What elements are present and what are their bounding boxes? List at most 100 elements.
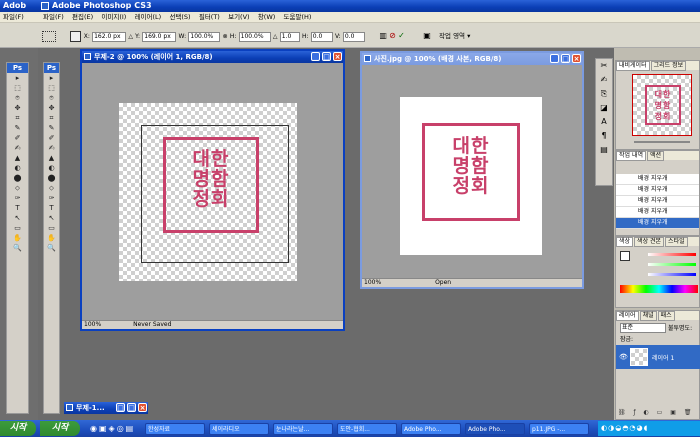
tool-icon[interactable]: ⬤ bbox=[12, 174, 23, 183]
tool-icon[interactable]: 🔍 bbox=[12, 244, 23, 253]
history-item[interactable]: 배경 지우개 bbox=[616, 196, 699, 207]
tool-icon[interactable]: ⬤ bbox=[46, 174, 57, 183]
minimized-maximize-button[interactable]: □ bbox=[127, 403, 136, 412]
tool-icon[interactable]: ⬦ bbox=[46, 184, 57, 193]
tool-icon[interactable]: ↖ bbox=[46, 214, 57, 223]
doc2-zoom[interactable]: 100% bbox=[364, 279, 381, 286]
tool-icon[interactable]: ⌗ bbox=[12, 114, 23, 123]
quick-launch-icons[interactable]: ◉▣◈◎▤ bbox=[90, 424, 135, 433]
tool-icon[interactable]: ▲ bbox=[12, 154, 23, 163]
system-tray[interactable]: ◐◑◒◓◔◕◖ bbox=[598, 421, 700, 436]
tab-paths[interactable]: 패스 bbox=[657, 311, 675, 321]
tool-icon[interactable]: ✎ bbox=[46, 124, 57, 133]
tool-icon[interactable]: ⬦ bbox=[12, 184, 23, 193]
menu-filter[interactable]: 필터(T) bbox=[196, 12, 223, 22]
transform-tool-icon[interactable] bbox=[42, 30, 56, 42]
tab-color[interactable]: 색상 bbox=[616, 237, 634, 247]
taskbar-item-active[interactable]: Adobe Pho... bbox=[465, 423, 525, 435]
tab-layers[interactable]: 레이어 bbox=[616, 311, 639, 321]
tab-styles[interactable]: 스타일 bbox=[665, 237, 688, 247]
tab-navigator[interactable]: 내비게이터 bbox=[616, 61, 650, 71]
cancel-transform-icon[interactable]: ⊘ bbox=[389, 31, 396, 40]
doc2-canvas[interactable]: 대한 명함 정회 bbox=[400, 97, 542, 255]
y-field[interactable]: 169.0 px bbox=[142, 32, 177, 42]
blend-mode-select[interactable]: 표준 bbox=[620, 323, 666, 333]
history-item[interactable]: 배경 지우개 bbox=[616, 185, 699, 196]
tool-icon[interactable]: ↖ bbox=[12, 214, 23, 223]
minimized-doc-window[interactable]: 무제-1... □ □ × bbox=[64, 402, 148, 414]
tool-icon[interactable]: ◐ bbox=[12, 164, 23, 173]
main-titlebar[interactable]: Adobe Photoshop CS3 bbox=[38, 0, 700, 12]
menu-window[interactable]: 창(W) bbox=[255, 12, 278, 22]
visibility-eye-icon[interactable]: 👁 bbox=[619, 353, 628, 361]
tool-icon[interactable]: ✐ bbox=[46, 134, 57, 143]
workspace-menu[interactable]: 작업 영역 ▾ bbox=[439, 32, 470, 40]
link-icon[interactable]: ⊗ bbox=[223, 33, 228, 40]
menu-file[interactable]: 파일(F) bbox=[40, 12, 67, 22]
minimized-close-button[interactable]: × bbox=[138, 403, 147, 412]
tab-info[interactable]: 그리드 정보 bbox=[650, 61, 687, 71]
height-field[interactable]: 100.0% bbox=[238, 32, 271, 42]
menu-select[interactable]: 선택(S) bbox=[166, 12, 193, 22]
tool-presets-icon[interactable]: ✂ bbox=[596, 59, 612, 73]
menu-view[interactable]: 보기(V) bbox=[225, 12, 252, 22]
red-slider[interactable] bbox=[648, 253, 696, 256]
tool-icon[interactable]: ▸ bbox=[12, 74, 23, 83]
tool-icon[interactable]: ✑ bbox=[46, 194, 57, 203]
foreground-swatch[interactable] bbox=[620, 251, 630, 261]
character-icon[interactable]: A bbox=[596, 115, 612, 129]
angle-field[interactable]: 1.0 bbox=[279, 32, 300, 42]
tool-icon[interactable]: ⬚ bbox=[12, 84, 23, 93]
taskbar-item[interactable]: 한성자료 bbox=[145, 423, 205, 435]
tool-icon[interactable]: ✋ bbox=[12, 234, 23, 243]
doc1-zoom[interactable]: 100% bbox=[84, 321, 101, 328]
tool-icon[interactable]: ⌾ bbox=[46, 94, 57, 103]
menu-layer[interactable]: 레이어(L) bbox=[132, 12, 165, 22]
doc2-close-button[interactable]: × bbox=[572, 54, 581, 63]
tool-icon[interactable]: ✐ bbox=[12, 134, 23, 143]
brushes-icon[interactable]: ✍ bbox=[596, 73, 612, 87]
paragraph-icon[interactable]: ¶ bbox=[596, 129, 612, 143]
menu-image[interactable]: 이미지(I) bbox=[98, 12, 129, 22]
tool-icon[interactable]: ✥ bbox=[12, 104, 23, 113]
tool-icon[interactable]: ✍ bbox=[12, 144, 23, 153]
tool-icon[interactable]: 🔍 bbox=[46, 244, 57, 253]
tool-icon[interactable]: ✍ bbox=[46, 144, 57, 153]
commit-transform-icon[interactable]: ✓ bbox=[398, 31, 405, 40]
warp-icon[interactable]: ▥ bbox=[379, 31, 387, 40]
tab-channels[interactable]: 채널 bbox=[639, 311, 657, 321]
layer-comps-icon[interactable]: ▤ bbox=[596, 143, 612, 157]
x-field[interactable]: 162.0 px bbox=[92, 32, 127, 42]
reference-point-icon[interactable] bbox=[70, 30, 82, 42]
tool-icon[interactable]: ▭ bbox=[46, 224, 57, 233]
history-item[interactable]: 배경 지우개 bbox=[616, 174, 699, 185]
tool-icon[interactable]: ⌾ bbox=[12, 94, 23, 103]
start-button[interactable]: 시작 bbox=[40, 421, 80, 436]
doc2-maximize-button[interactable]: □ bbox=[561, 54, 570, 63]
doc1-maximize-button[interactable]: □ bbox=[322, 52, 331, 61]
menu-help[interactable]: 도움말(H) bbox=[281, 12, 315, 22]
left-app-menu-file[interactable]: 파일(F) bbox=[0, 12, 27, 22]
taskbar-item[interactable]: 도안-협회... bbox=[337, 423, 397, 435]
taskbar-item[interactable]: Adobe Pho... bbox=[401, 423, 461, 435]
doc1-canvas[interactable]: 대한 명함 정회 bbox=[119, 103, 297, 281]
layers-footer-icons[interactable]: ⛓ ƒ ◐ ▭ ▣ 🗑 bbox=[618, 409, 698, 417]
zoom-slider[interactable] bbox=[634, 141, 690, 143]
tool-icon[interactable]: ✎ bbox=[12, 124, 23, 133]
tool-icon[interactable]: ⬚ bbox=[46, 84, 57, 93]
left-app-titlebar[interactable]: Adob bbox=[0, 0, 38, 12]
clone-source-icon[interactable]: ⎘ bbox=[596, 87, 612, 101]
history-item[interactable]: 배경 지우개 bbox=[616, 207, 699, 218]
bridge-icon[interactable]: ▣ bbox=[423, 31, 431, 40]
minimized-restore-button[interactable]: □ bbox=[116, 403, 125, 412]
doc2-minimize-button[interactable]: _ bbox=[550, 54, 559, 63]
history-item-selected[interactable]: 배경 지우개 bbox=[616, 218, 699, 229]
taskbar-item[interactable]: 세이라디오 bbox=[209, 423, 269, 435]
doc1-minimize-button[interactable]: _ bbox=[311, 52, 320, 61]
taskbar-item[interactable]: 눈나라는날... bbox=[273, 423, 333, 435]
doc1-titlebar[interactable]: 무제-2 @ 100% (레이어 1, RGB/8) _ □ × bbox=[82, 51, 343, 63]
green-slider[interactable] bbox=[648, 263, 696, 266]
width-field[interactable]: 100.0% bbox=[188, 32, 221, 42]
taskbar-item[interactable]: p11.JPG -... bbox=[529, 423, 589, 435]
navigator-thumbnail[interactable]: 대한 명함 정회 bbox=[632, 74, 692, 136]
